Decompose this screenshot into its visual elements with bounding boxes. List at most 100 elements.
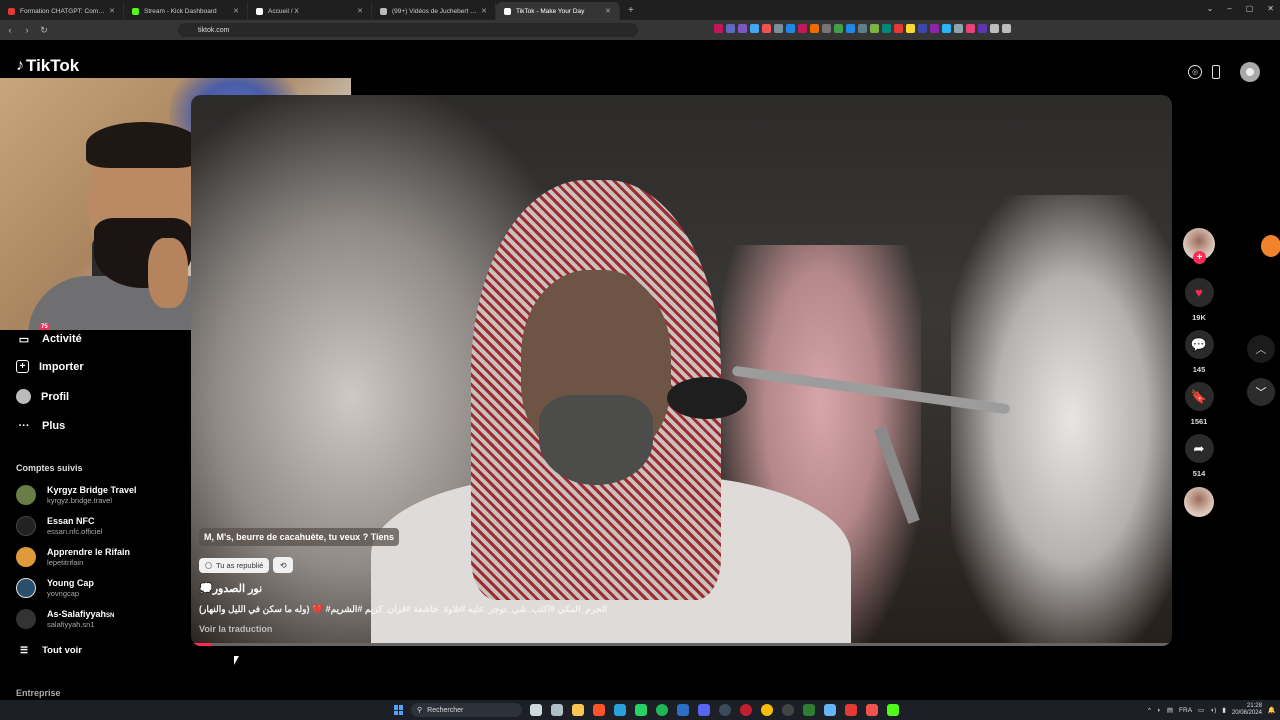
followed-account[interactable]: Young Cap yovngcap (16, 578, 94, 598)
task-view-icon[interactable] (530, 704, 542, 716)
save-action[interactable]: 🔖 1561 (1181, 382, 1217, 426)
share-arrow-icon[interactable]: ➦ (1184, 434, 1214, 463)
followed-account[interactable]: Essan NFC essan.nfc.officiel (16, 516, 102, 536)
extension-icon[interactable] (834, 24, 843, 33)
notifications-icon[interactable]: 🔔 (1268, 706, 1276, 714)
headset-icon[interactable]: ◗ (1157, 707, 1161, 714)
extension-icon[interactable] (930, 24, 939, 33)
back-icon[interactable]: ‹ (3, 25, 17, 35)
browser-tab-active[interactable]: TikTok - Make Your Day ✕ (496, 2, 620, 20)
reposted-tag[interactable]: Tu as republié (199, 557, 270, 573)
reload-icon[interactable]: ↻ (37, 25, 51, 36)
previous-video-button[interactable]: ︿ (1247, 335, 1275, 363)
extension-icon[interactable] (954, 24, 963, 33)
video-player[interactable]: M, M's, beurre de cacahuète, tu veux ? T… (191, 95, 1172, 646)
extension-icon[interactable] (798, 24, 807, 33)
taskbar-clock[interactable]: 21:28 20/08/2024 (1232, 703, 1262, 717)
store-icon[interactable] (551, 704, 563, 716)
minimize-icon[interactable]: – (1227, 4, 1231, 13)
extension-icon[interactable] (858, 24, 867, 33)
extension-icon[interactable] (966, 24, 975, 33)
company-link[interactable]: Entreprise (16, 688, 61, 698)
see-all-button[interactable]: ☰ Tout voir (20, 645, 82, 656)
follow-plus-icon[interactable]: + (1193, 251, 1206, 264)
like-action[interactable]: ♥ 19K (1181, 278, 1217, 322)
followed-account[interactable]: As-SalafiyyahSN salafiyyah.sn1 (16, 609, 114, 629)
taskbar-search[interactable]: ⚲ Rechercher (411, 703, 522, 717)
extension-icon[interactable] (810, 24, 819, 33)
telegram-icon[interactable] (614, 704, 626, 716)
extension-icon[interactable] (870, 24, 879, 33)
profile-avatar[interactable] (1240, 62, 1260, 82)
extension-icon[interactable] (762, 24, 771, 33)
bookmark-icon[interactable]: 🔖 (1184, 382, 1214, 411)
close-tab-icon[interactable]: ✕ (605, 7, 611, 15)
vscode-icon[interactable] (677, 704, 689, 716)
discord-icon[interactable] (698, 704, 710, 716)
kick-icon[interactable] (887, 704, 899, 716)
language-indicator[interactable]: FRA (1179, 707, 1192, 714)
battery-icon[interactable]: ▮ (1222, 706, 1226, 714)
display-icon[interactable]: ▭ (1198, 706, 1204, 714)
network-icon[interactable]: ▤ (1167, 706, 1173, 714)
extension-icon[interactable] (726, 24, 735, 33)
spotify-icon[interactable] (656, 704, 668, 716)
close-tab-icon[interactable]: ✕ (481, 7, 487, 15)
browser-tab[interactable]: (99+) Vidéos de Juchebert (@iolbert... ✕ (372, 2, 496, 20)
close-tab-icon[interactable]: ✕ (233, 7, 239, 15)
followed-account[interactable]: Kyrgyz Bridge Travel kyrgyz.bridge.travel (16, 485, 137, 505)
app-icon[interactable] (866, 704, 878, 716)
repost-icon[interactable]: ⟲ (273, 557, 294, 573)
brave-icon[interactable] (593, 704, 605, 716)
extension-icon[interactable] (918, 24, 927, 33)
browser-tab[interactable]: Accueil / X ✕ (248, 2, 372, 20)
forward-icon[interactable]: › (20, 25, 34, 35)
floating-extension-icon[interactable] (1261, 235, 1280, 257)
close-tab-icon[interactable]: ✕ (357, 7, 363, 15)
browser-tab[interactable]: Stream - Kick Dashboard ✕ (124, 2, 248, 20)
address-bar[interactable]: tiktok.com (178, 23, 638, 37)
extension-icon[interactable] (750, 24, 759, 33)
maximize-icon[interactable]: ▢ (1246, 4, 1254, 13)
cloud-icon[interactable] (824, 704, 836, 716)
see-translation-link[interactable]: Voir la traduction (199, 624, 272, 634)
obs-icon[interactable] (782, 704, 794, 716)
extension-icon[interactable] (882, 24, 891, 33)
sidebar-item-activity[interactable]: ▭ 75 Activité (16, 324, 82, 347)
tiktok-logo[interactable]: ♪ TikTok (16, 56, 79, 76)
extension-icon[interactable] (786, 24, 795, 33)
close-tab-icon[interactable]: ✕ (109, 7, 115, 15)
extension-icon[interactable] (774, 24, 783, 33)
extension-icon[interactable] (738, 24, 747, 33)
comment-icon[interactable]: 💬 (1184, 330, 1214, 359)
speaker-icon[interactable]: ◖) (1210, 707, 1216, 714)
extension-icon[interactable] (714, 24, 723, 33)
new-tab-button[interactable]: + (620, 5, 642, 16)
dropdown-icon[interactable]: ⌄ (1207, 4, 1214, 13)
app-icon[interactable] (845, 704, 857, 716)
chrome-icon[interactable] (761, 704, 773, 716)
steam-icon[interactable] (719, 704, 731, 716)
extension-icon[interactable] (846, 24, 855, 33)
terminal-icon[interactable] (803, 704, 815, 716)
file-explorer-icon[interactable] (572, 704, 584, 716)
compass-icon[interactable]: ◎ (1188, 65, 1202, 79)
extension-icon[interactable] (894, 24, 903, 33)
chevron-up-icon[interactable]: ^ (1148, 707, 1151, 714)
device-icon[interactable] (1212, 65, 1220, 79)
extension-icon[interactable] (906, 24, 915, 33)
extension-icon[interactable] (942, 24, 951, 33)
share-action[interactable]: ➦ 514 (1181, 434, 1217, 478)
extension-icon[interactable] (822, 24, 831, 33)
extension-icon[interactable] (1002, 24, 1011, 33)
music-disc-avatar[interactable] (1184, 487, 1214, 517)
video-author-name[interactable]: نور الصدور💭 (199, 582, 262, 595)
opera-icon[interactable] (740, 704, 752, 716)
sidebar-item-profile[interactable]: Profil (16, 389, 69, 404)
sidebar-item-upload[interactable]: + Importer (16, 360, 84, 373)
windows-start-icon[interactable] (394, 705, 404, 715)
extension-icon[interactable] (978, 24, 987, 33)
heart-icon[interactable]: ♥ (1184, 278, 1214, 307)
video-progress-bar[interactable] (191, 643, 1172, 646)
browser-tab[interactable]: Formation CHATGPT: Comment utili... ✕ (0, 2, 124, 20)
